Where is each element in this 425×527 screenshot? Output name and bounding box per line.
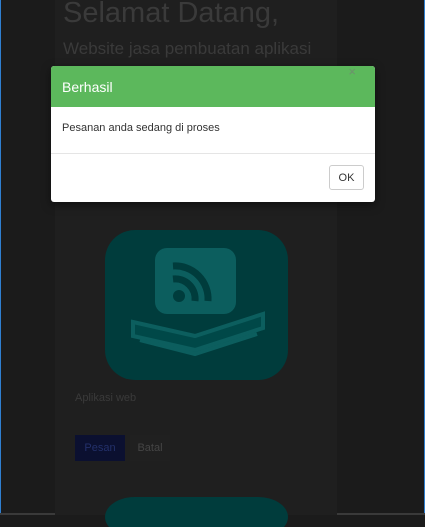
product-name: Aplikasi web: [75, 392, 137, 404]
modal-header: Berhasil ×: [51, 66, 375, 107]
window-left-edge: [0, 0, 1, 515]
ok-button[interactable]: OK: [329, 165, 364, 190]
rss-feed-icon: [105, 230, 288, 380]
modal-title: Berhasil: [62, 79, 113, 95]
page-subtitle: Website jasa pembuatan aplikasi: [63, 39, 312, 58]
cancel-button[interactable]: Batal: [130, 435, 170, 461]
next-product-icon: [105, 497, 288, 527]
modal-message: Pesanan anda sedang di proses: [62, 122, 220, 134]
success-modal: Berhasil × Pesanan anda sedang di proses…: [51, 66, 375, 202]
close-icon[interactable]: ×: [348, 66, 356, 78]
modal-footer-divider: [51, 153, 375, 154]
page-title: Selamat Datang,: [63, 0, 280, 29]
order-button[interactable]: Pesan: [75, 435, 125, 461]
